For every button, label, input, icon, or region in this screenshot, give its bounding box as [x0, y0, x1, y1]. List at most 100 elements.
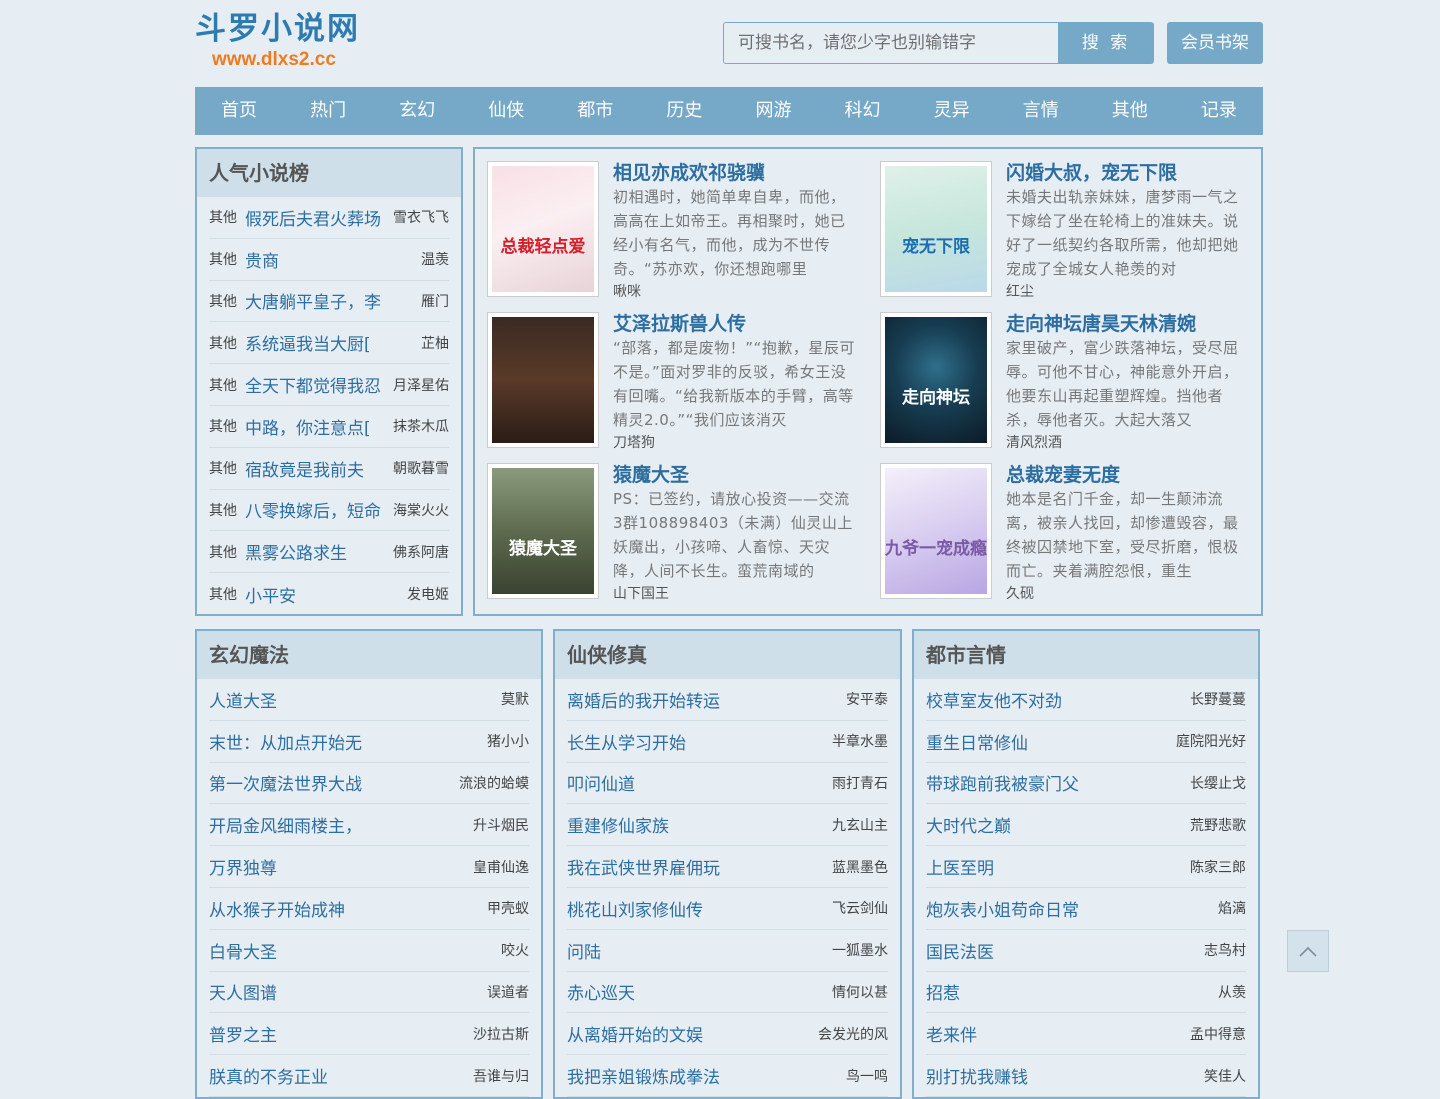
book-link[interactable]: 赤心巡天 — [567, 979, 635, 1004]
book-link[interactable]: 我在武侠世界雇佣玩 — [567, 854, 720, 879]
rank-category: 其他 — [209, 461, 237, 478]
rank-book-link[interactable]: 假死后夫君火葬场 — [245, 205, 381, 230]
rank-book-link[interactable]: 系统逼我当大厨[ — [245, 330, 371, 355]
nav-kehuan[interactable]: 科幻 — [845, 87, 881, 135]
book-author: 鸟一鸣 — [846, 1068, 888, 1085]
list-item: 开局金风细雨楼主， 升斗烟民 — [209, 804, 529, 847]
rank-category: 其他 — [209, 377, 237, 394]
book-author: 志鸟村 — [1204, 943, 1246, 960]
book-link[interactable]: 末世：从加点开始无 — [209, 729, 362, 754]
category-heading: 玄幻魔法 — [197, 631, 541, 679]
book-cover[interactable]: 宠无下限 — [880, 161, 992, 297]
popular-ranking-panel: 人气小说榜 其他 假死后夫君火葬场 雪衣飞飞 其他 贵商 温羡 其他 大唐躺平皇子，李 雁门 其他… — [195, 147, 463, 616]
book-link[interactable]: 长生从学习开始 — [567, 729, 686, 754]
rank-category: 其他 — [209, 252, 237, 269]
category-panel-dushi: 都市言情 校草室友他不对劲 长野蔓蔓 重生日常修仙 庭院阳光好 带球跑前我被豪门父 长缨止… — [912, 629, 1260, 1099]
book-link[interactable]: 炮灰表小姐苟命日常 — [926, 896, 1079, 921]
book-link[interactable]: 校草室友他不对劲 — [926, 687, 1062, 712]
list-item: 从离婚开始的文娱 会发光的风 — [567, 1013, 888, 1056]
nav-hot[interactable]: 热门 — [310, 87, 346, 135]
list-item: 长生从学习开始 半章水墨 — [567, 721, 888, 763]
member-bookshelf-button[interactable]: 会员书架 — [1167, 22, 1263, 64]
nav-xuanhuan[interactable]: 玄幻 — [399, 87, 435, 135]
book-author: 半章水墨 — [832, 734, 888, 751]
book-link[interactable]: 人道大圣 — [209, 687, 277, 712]
nav-home[interactable]: 首页 — [221, 87, 257, 135]
book-link[interactable]: 万界独尊 — [209, 854, 277, 879]
book-link[interactable]: 叩问仙道 — [567, 770, 635, 795]
site-logo[interactable]: 斗罗小说网 www.dlxs2.cc — [195, 8, 360, 70]
book-link[interactable]: 重生日常修仙 — [926, 729, 1028, 754]
cover-title-text: 总裁轻点爱 — [500, 236, 586, 257]
rank-category: 其他 — [209, 587, 237, 604]
book-link[interactable]: 桃花山刘家修仙传 — [567, 896, 703, 921]
featured-book: 艾泽拉斯兽人传 “部落，都是废物！”“抱歉，星辰可不是。”面对罗非的反驳，希女王没… — [487, 312, 867, 454]
nav-yanqing[interactable]: 言情 — [1023, 87, 1059, 135]
book-link[interactable]: 国民法医 — [926, 938, 994, 963]
featured-title-link[interactable]: 猿魔大圣 — [613, 460, 689, 487]
list-item: 带球跑前我被豪门父 长缨止戈 — [926, 763, 1246, 805]
nav-xianxia[interactable]: 仙侠 — [488, 87, 524, 135]
book-author: 莫默 — [501, 692, 529, 709]
book-link[interactable]: 重建修仙家族 — [567, 812, 669, 837]
book-link[interactable]: 我把亲姐锻炼成拳法 — [567, 1063, 720, 1088]
book-link[interactable]: 上医至明 — [926, 854, 994, 879]
book-cover[interactable]: 九爷一宠成瘾 — [880, 463, 992, 599]
book-link[interactable]: 从水猴子开始成神 — [209, 896, 345, 921]
book-cover[interactable]: 猿魔大圣 — [487, 463, 599, 599]
rank-book-link[interactable]: 大唐躺平皇子，李 — [245, 288, 381, 313]
book-author: 庭院阳光好 — [1176, 734, 1246, 751]
book-link[interactable]: 朕真的不务正业 — [209, 1063, 328, 1088]
nav-lishi[interactable]: 历史 — [666, 87, 702, 135]
book-author: 甲壳蚁 — [487, 901, 529, 918]
featured-title-link[interactable]: 闪婚大叔，宠无下限 — [1006, 158, 1177, 185]
rank-author: 温羡 — [421, 252, 449, 269]
book-link[interactable]: 带球跑前我被豪门父 — [926, 770, 1079, 795]
book-link[interactable]: 大时代之巅 — [926, 812, 1011, 837]
search-button[interactable]: 搜 索 — [1058, 22, 1154, 64]
rank-book-link[interactable]: 全天下都觉得我忍 — [245, 372, 381, 397]
book-link[interactable]: 问陆 — [567, 938, 601, 963]
rank-item: 其他 全天下都觉得我忍 月泽星佑 — [209, 364, 449, 406]
rank-book-link[interactable]: 宿敌竟是我前夫 — [245, 456, 364, 481]
featured-title-link[interactable]: 艾泽拉斯兽人传 — [613, 309, 746, 336]
back-to-top-button[interactable] — [1287, 930, 1329, 972]
list-item: 我把亲姐锻炼成拳法 鸟一鸣 — [567, 1055, 888, 1097]
book-link[interactable]: 第一次魔法世界大战 — [209, 770, 362, 795]
book-cover[interactable]: 总裁轻点爱 — [487, 161, 599, 297]
featured-title-link[interactable]: 走向神坛唐昊天林清婉 — [1006, 309, 1196, 336]
book-author: 焰漓 — [1218, 901, 1246, 918]
cover-title-text: 九爷一宠成瘾 — [885, 538, 987, 559]
book-link[interactable]: 开局金风细雨楼主， — [209, 812, 362, 837]
book-author: 飞云剑仙 — [832, 901, 888, 918]
search-input[interactable] — [723, 22, 1058, 64]
rank-book-link[interactable]: 黑雾公路求生 — [245, 539, 347, 564]
book-link[interactable]: 普罗之主 — [209, 1021, 277, 1046]
list-item: 从水猴子开始成神 甲壳蚁 — [209, 888, 529, 930]
book-link[interactable]: 别打扰我赚钱 — [926, 1063, 1028, 1088]
book-link[interactable]: 天人图谱 — [209, 979, 277, 1004]
featured-author: 久砚 — [1006, 586, 1034, 602]
popular-heading: 人气小说榜 — [197, 149, 461, 197]
book-link[interactable]: 离婚后的我开始转运 — [567, 687, 720, 712]
nav-qita[interactable]: 其他 — [1112, 87, 1148, 135]
list-item: 人道大圣 莫默 — [209, 679, 529, 721]
rank-book-link[interactable]: 贵商 — [245, 247, 279, 272]
featured-description: 家里破产，富少跌落神坛，受尽屈辱。可他不甘心，神能意外开启，他要东山再起重塑辉煌… — [1006, 339, 1239, 429]
rank-book-link[interactable]: 八零换嫁后，短命 — [245, 497, 381, 522]
nav-dushi[interactable]: 都市 — [577, 87, 613, 135]
nav-lingyi[interactable]: 灵异 — [934, 87, 970, 135]
featured-title-link[interactable]: 相见亦成欢祁骁骥 — [613, 158, 765, 185]
book-link[interactable]: 从离婚开始的文娱 — [567, 1021, 703, 1046]
book-cover[interactable] — [487, 312, 599, 448]
book-author: 安平泰 — [846, 692, 888, 709]
nav-history[interactable]: 记录 — [1201, 87, 1237, 135]
book-link[interactable]: 白骨大圣 — [209, 938, 277, 963]
featured-title-link[interactable]: 总裁宠妻无度 — [1006, 460, 1120, 487]
book-link[interactable]: 老来伴 — [926, 1021, 977, 1046]
book-link[interactable]: 招惹 — [926, 979, 960, 1004]
rank-book-link[interactable]: 小平安 — [245, 582, 296, 607]
rank-book-link[interactable]: 中路，你注意点[ — [245, 414, 371, 439]
book-cover[interactable]: 走向神坛 — [880, 312, 992, 448]
nav-wangyou[interactable]: 网游 — [755, 87, 791, 135]
